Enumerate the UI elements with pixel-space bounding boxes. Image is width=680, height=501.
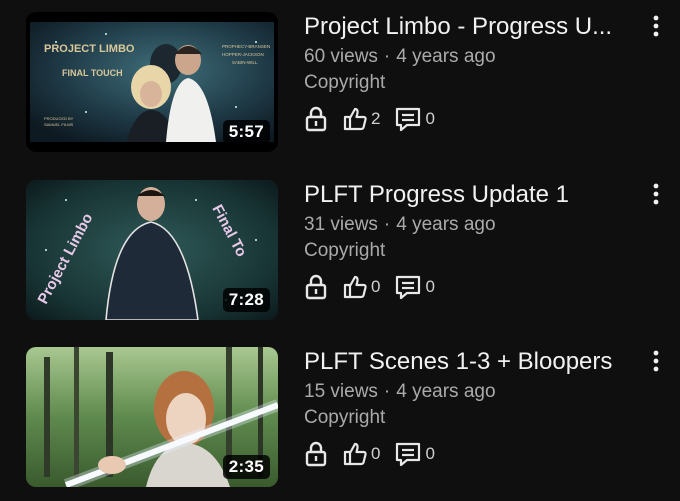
video-title[interactable]: PLFT Scenes 1-3 + Bloopers xyxy=(304,347,644,377)
thumb-credit-text: SABIN-WILL xyxy=(232,60,258,65)
video-info: PLFT Progress Update 1 31 views · 4 years … xyxy=(304,180,644,302)
copyright-label: Copyright xyxy=(304,240,386,261)
video-meta: 31 views · 4 years ago xyxy=(304,212,644,238)
thumb-subtitle-text: FINAL TOUCH xyxy=(62,68,123,78)
lock-icon xyxy=(305,106,327,132)
video-row[interactable]: PROJECT LIMBO FINAL TOUCH PROPHECY-BRANS… xyxy=(0,12,680,172)
more-vert-icon xyxy=(653,350,659,372)
likes-stat: 0 xyxy=(342,441,380,467)
visibility-stat xyxy=(304,106,328,132)
comment-count: 0 xyxy=(425,444,435,463)
thumbs-up-icon xyxy=(343,275,367,299)
video-meta: 15 views · 4 years ago xyxy=(304,379,644,405)
view-count: 15 views xyxy=(304,381,378,402)
comment-icon xyxy=(396,107,421,132)
copyright-label: Copyright xyxy=(304,72,386,93)
upload-age: 4 years ago xyxy=(396,214,496,235)
thumb-credit-text: HOPPER-JACKSON xyxy=(222,52,264,57)
upload-age: 4 years ago xyxy=(396,46,496,67)
thumbs-up-icon xyxy=(343,442,367,466)
thumbs-up-icon xyxy=(343,107,367,131)
video-stats: 2 0 xyxy=(304,104,644,134)
comments-stat: 0 xyxy=(394,441,435,467)
lock-icon xyxy=(305,274,327,300)
thumb-producer-text: SAMUEL FILMS xyxy=(44,122,74,127)
more-vert-icon xyxy=(653,15,659,37)
video-duration: 7:28 xyxy=(222,288,270,312)
more-vert-icon xyxy=(653,183,659,205)
video-row[interactable]: 2:35 PLFT Scenes 1-3 + Bloopers 15 views… xyxy=(0,347,680,501)
upload-age: 4 years ago xyxy=(396,381,496,402)
video-thumbnail[interactable]: Project Limbo Final To 7:28 xyxy=(26,180,278,320)
comment-count: 0 xyxy=(425,109,435,128)
visibility-stat xyxy=(304,441,328,467)
video-row[interactable]: Project Limbo Final To 7:28 PLFT Progres… xyxy=(0,180,680,340)
likes-stat: 2 xyxy=(342,106,380,132)
lock-icon xyxy=(305,441,327,467)
copyright-label: Copyright xyxy=(304,407,386,428)
comments-stat: 0 xyxy=(394,274,435,300)
more-options-button[interactable] xyxy=(646,347,666,375)
thumb-title-text: PROJECT LIMBO xyxy=(44,43,135,55)
meta-separator: · xyxy=(383,46,391,67)
video-duration: 5:57 xyxy=(222,120,270,144)
video-thumbnail[interactable]: 2:35 xyxy=(26,347,278,487)
meta-separator: · xyxy=(383,381,391,402)
video-duration: 2:35 xyxy=(222,455,270,479)
video-stats: 0 0 xyxy=(304,439,644,469)
video-meta: 60 views · 4 years ago xyxy=(304,44,644,70)
like-count: 0 xyxy=(371,277,381,296)
meta-separator: · xyxy=(383,214,391,235)
video-info: PLFT Scenes 1-3 + Bloopers 15 views · 4 ye… xyxy=(304,347,644,469)
video-title[interactable]: Project Limbo - Progress U... xyxy=(304,12,644,42)
thumb-producer-text: PRODUCED BY xyxy=(44,116,74,121)
visibility-stat xyxy=(304,274,328,300)
thumb-credit-text: PROPHECY-BRANSEN xyxy=(222,44,270,49)
likes-stat: 0 xyxy=(342,274,380,300)
more-options-button[interactable] xyxy=(646,180,666,208)
video-stats: 0 0 xyxy=(304,272,644,302)
more-options-button[interactable] xyxy=(646,12,666,40)
comment-count: 0 xyxy=(425,277,435,296)
comments-stat: 0 xyxy=(394,106,435,132)
view-count: 60 views xyxy=(304,46,378,67)
like-count: 2 xyxy=(371,109,381,128)
comment-icon xyxy=(396,442,421,467)
video-thumbnail[interactable]: PROJECT LIMBO FINAL TOUCH PROPHECY-BRANS… xyxy=(26,12,278,152)
like-count: 0 xyxy=(371,444,381,463)
video-info: Project Limbo - Progress U... 60 views · 4… xyxy=(304,12,644,134)
view-count: 31 views xyxy=(304,214,378,235)
video-list: PROJECT LIMBO FINAL TOUCH PROPHECY-BRANS… xyxy=(0,0,680,501)
video-title[interactable]: PLFT Progress Update 1 xyxy=(304,180,644,210)
comment-icon xyxy=(396,275,421,300)
